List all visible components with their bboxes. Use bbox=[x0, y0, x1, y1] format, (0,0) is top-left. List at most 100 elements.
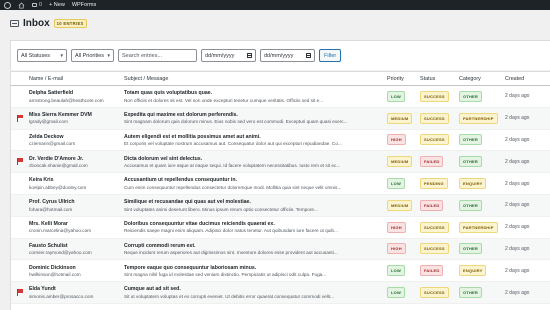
calendar-icon[interactable] bbox=[306, 53, 311, 58]
message-subject[interactable]: Tempore eaque quo consequuntur laboriosa… bbox=[124, 265, 383, 271]
admin-bar-home[interactable] bbox=[18, 2, 25, 9]
column-header-created[interactable]: Created bbox=[505, 76, 550, 82]
flag-cell[interactable] bbox=[11, 114, 29, 122]
sender-name[interactable]: Dr. Verdie D'Amore Jr. bbox=[29, 156, 124, 162]
message-subject[interactable]: Corrupti commodi rerum est. bbox=[124, 243, 383, 249]
column-header-name[interactable]: Name / E-mail bbox=[29, 76, 124, 82]
priority-badge: LOW bbox=[387, 90, 405, 102]
admin-bar-comments[interactable]: 0 bbox=[32, 2, 42, 8]
message-preview: Reiciendis saepe magni enim aliquam. Adi… bbox=[124, 228, 338, 234]
priority-cell: HIGH bbox=[387, 243, 420, 255]
table-row[interactable]: Keira Kris koelpin.abbey@dooley.com Accusa… bbox=[11, 173, 550, 195]
table-row[interactable]: Dr. Verdie D'Amore Jr. zboncak.shanie@gma… bbox=[11, 151, 550, 174]
message-subject[interactable]: Similique et recusandae qui quas aut vel… bbox=[124, 199, 383, 205]
table-row[interactable]: Delpha Satterfield armstrong.beaulah@heat… bbox=[11, 86, 550, 108]
name-cell: Miss Sierra Kemmer DVM lgrady@gmail.com bbox=[29, 112, 124, 125]
table-row[interactable]: Mrs. Kelli Morar cronin.marcelina@yahoo.c… bbox=[11, 217, 550, 239]
category-cell: ENQUIRY bbox=[459, 265, 505, 277]
status-select-value: All Statuses bbox=[21, 52, 51, 59]
sender-name[interactable]: Delpha Satterfield bbox=[29, 90, 124, 96]
message-preview: Cum enim consequuntur repellendus consec… bbox=[124, 184, 342, 190]
flag-cell[interactable] bbox=[11, 158, 29, 166]
date-from-value: dd/mm/yyyy bbox=[205, 52, 235, 59]
sender-email[interactable]: koelpin.abbey@dooley.com bbox=[29, 185, 124, 190]
sender-email[interactable]: cormier.raymond@yahoo.com bbox=[29, 250, 124, 255]
sender-name[interactable]: Mrs. Kelli Morar bbox=[29, 221, 124, 227]
date-to-input[interactable]: dd/mm/yyyy bbox=[260, 49, 315, 62]
table-row[interactable]: Prof. Cyrus Ullrich fohara@hotmail.com Sim… bbox=[11, 194, 550, 217]
name-cell: Mrs. Kelli Morar cronin.marcelina@yahoo.c… bbox=[29, 221, 124, 234]
admin-bar-wordpress[interactable] bbox=[4, 1, 11, 9]
subject-cell: Doloribus consequuntur vitae ducimus rei… bbox=[124, 221, 387, 234]
message-preview: Accusamus et quam iure atque at eaque se… bbox=[124, 163, 341, 169]
priority-cell: LOW bbox=[387, 287, 420, 299]
flag-cell[interactable] bbox=[11, 289, 29, 297]
table-row[interactable]: Dominic Dickinson hwilkinson@hotmail.com T… bbox=[11, 260, 550, 283]
sender-email[interactable]: fohara@hotmail.com bbox=[29, 207, 124, 212]
message-subject[interactable]: Doloribus consequuntur vitae ducimus rei… bbox=[124, 221, 383, 227]
sender-email[interactable]: armstrong.beaulah@heathcote.com bbox=[29, 98, 124, 103]
priority-badge: MEDIUM bbox=[387, 156, 413, 168]
sender-email[interactable]: zboncak.shanie@gmail.com bbox=[29, 163, 124, 168]
admin-bar: 0 + New WPForms bbox=[0, 0, 550, 10]
sender-name[interactable]: Elda Yundt bbox=[29, 286, 124, 292]
priority-badge: LOW bbox=[387, 265, 405, 277]
sender-name[interactable]: Zelda Deckow bbox=[29, 134, 124, 140]
flag-icon[interactable] bbox=[17, 114, 23, 122]
sender-email[interactable]: lgrady@gmail.com bbox=[29, 119, 124, 124]
calendar-icon[interactable] bbox=[247, 53, 252, 58]
comment-bubble-icon bbox=[32, 3, 37, 7]
column-header-subject[interactable]: Subject / Message bbox=[124, 76, 387, 82]
name-cell: Zelda Deckow cziemann@gmail.com bbox=[29, 134, 124, 147]
admin-bar-wpforms[interactable]: WPForms bbox=[72, 2, 96, 8]
priority-badge: LOW bbox=[387, 178, 405, 190]
priority-select[interactable]: All Priorities ▼ bbox=[71, 49, 114, 62]
sender-name[interactable]: Prof. Cyrus Ullrich bbox=[29, 199, 124, 205]
status-cell: FAILED bbox=[420, 156, 459, 168]
message-subject[interactable]: Accusantium ut repellendus consequuntur … bbox=[124, 177, 383, 183]
sender-name[interactable]: Dominic Dickinson bbox=[29, 265, 124, 271]
sender-email[interactable]: simonis.amber@prosacco.com bbox=[29, 294, 124, 299]
table-header: Name / E-mail Subject / Message Priority… bbox=[11, 72, 550, 86]
entries-count-badge: 10 ENTRIES bbox=[53, 19, 87, 28]
created-date: 2 days ago bbox=[505, 289, 530, 296]
message-subject[interactable]: Cumque aut ad sit sed. bbox=[124, 286, 383, 292]
table-row[interactable]: Elda Yundt simonis.amber@prosacco.com Cumq… bbox=[11, 282, 550, 304]
flag-icon[interactable] bbox=[17, 158, 23, 166]
category-badge: ENQUIRY bbox=[459, 178, 487, 190]
table-row[interactable]: Fausto Schulist cormier.raymond@yahoo.com… bbox=[11, 238, 550, 261]
admin-bar-new[interactable]: + New bbox=[49, 2, 65, 8]
filter-button[interactable]: Filter bbox=[319, 49, 342, 62]
sender-email[interactable]: cronin.marcelina@yahoo.com bbox=[29, 228, 124, 233]
status-select[interactable]: All Statuses ▼ bbox=[17, 49, 67, 62]
message-subject[interactable]: Totam quas quis voluptatibus quae. bbox=[124, 90, 383, 96]
status-cell: SUCCESS bbox=[420, 112, 459, 124]
sender-name[interactable]: Fausto Schulist bbox=[29, 243, 124, 249]
table-row[interactable]: Miss Sierra Kemmer DVM lgrady@gmail.com Ex… bbox=[11, 107, 550, 130]
home-icon[interactable] bbox=[18, 2, 25, 9]
date-from-input[interactable]: dd/mm/yyyy bbox=[201, 49, 256, 62]
sender-email[interactable]: cziemann@gmail.com bbox=[29, 141, 124, 146]
column-header-category[interactable]: Category bbox=[459, 76, 505, 82]
subject-cell: Accusantium ut repellendus consequuntur … bbox=[124, 177, 387, 190]
table-row[interactable]: Zelda Deckow cziemann@gmail.com Autem elig… bbox=[11, 130, 550, 152]
status-badge: SUCCESS bbox=[420, 90, 449, 102]
status-cell: SUCCESS bbox=[420, 221, 459, 233]
created-date: 2 days ago bbox=[505, 180, 530, 187]
message-subject[interactable]: Expedita qui maxime est dolorum perferen… bbox=[124, 112, 383, 118]
subject-cell: Expedita qui maxime est dolorum perferen… bbox=[124, 112, 387, 125]
status-badge: FAILED bbox=[420, 156, 444, 168]
flag-icon[interactable] bbox=[17, 289, 23, 297]
wordpress-logo-icon[interactable] bbox=[4, 1, 11, 9]
message-subject[interactable]: Autem eligendi est et mollitia possimus … bbox=[124, 134, 383, 140]
sender-email[interactable]: hwilkinson@hotmail.com bbox=[29, 272, 124, 277]
message-subject[interactable]: Dicta dolorum vel sint delectus. bbox=[124, 156, 383, 162]
subject-cell: Totam quas quis voluptatibus quae. Non of… bbox=[124, 90, 387, 103]
search-input[interactable]: Search entries... bbox=[118, 49, 197, 62]
sender-name[interactable]: Keira Kris bbox=[29, 177, 124, 183]
created-date: 2 days ago bbox=[505, 267, 530, 274]
column-header-priority[interactable]: Priority bbox=[387, 76, 420, 82]
column-header-status[interactable]: Status bbox=[420, 76, 459, 82]
sender-name[interactable]: Miss Sierra Kemmer DVM bbox=[29, 112, 124, 118]
name-cell: Keira Kris koelpin.abbey@dooley.com bbox=[29, 177, 124, 190]
